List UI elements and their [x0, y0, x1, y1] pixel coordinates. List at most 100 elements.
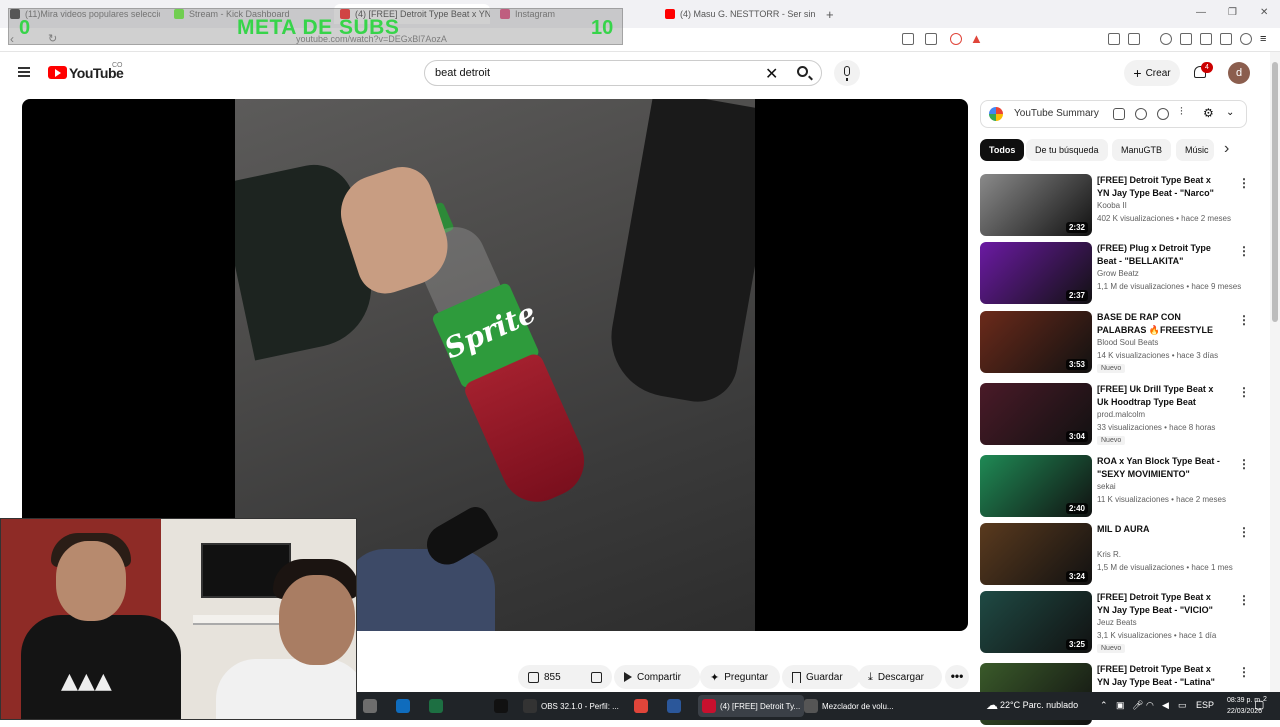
leo-ai-icon[interactable] — [1220, 33, 1232, 45]
more-options-icon[interactable]: ⋮ — [1238, 525, 1250, 539]
clear-search-icon[interactable]: ✕ — [765, 64, 778, 84]
chevron-right-icon[interactable]: › — [1224, 140, 1229, 158]
glasses-icon[interactable] — [1157, 108, 1169, 120]
taskbar-outlook-icon[interactable] — [396, 695, 410, 717]
create-button[interactable]: + Crear — [1124, 60, 1180, 86]
more-actions-button[interactable]: ••• — [945, 665, 969, 689]
wifi-icon[interactable]: ◠ — [1146, 700, 1154, 711]
more-options-icon[interactable]: ⋮ — [1238, 457, 1250, 471]
extension-icon[interactable] — [1108, 33, 1120, 45]
vpn-icon[interactable] — [1240, 33, 1252, 45]
taskbar-word-icon[interactable] — [667, 695, 681, 717]
chevron-down-icon[interactable]: ⌄ — [1226, 107, 1238, 119]
cast-icon[interactable] — [902, 33, 914, 45]
ask-button[interactable]: ✦ Preguntar — [700, 665, 780, 689]
recommendation-thumbnail[interactable]: 2:40 — [980, 455, 1092, 517]
recommendation-item[interactable]: 2:32 [FREE] Detroit Type Beat x YN Jay Ty… — [980, 174, 1255, 238]
scrollbar-thumb[interactable] — [1272, 62, 1278, 322]
recommendation-title[interactable]: [FREE] Detroit Type Beat x YN Jay Type B… — [1097, 174, 1225, 200]
more-options-icon[interactable]: ⋮ — [1238, 176, 1250, 190]
channel-name[interactable]: Grow Beatz — [1097, 269, 1139, 278]
maximize-icon[interactable]: ❐ — [1228, 7, 1237, 18]
brave-shield-icon[interactable] — [950, 33, 962, 45]
like-icon[interactable] — [528, 671, 539, 683]
channel-name[interactable]: Kris R. — [1097, 550, 1121, 559]
recommendation-title[interactable]: [FREE] Uk Drill Type Beat x Uk Hoodtrap … — [1097, 383, 1225, 409]
channel-name[interactable]: sekai — [1097, 482, 1116, 491]
hamburger-menu-icon[interactable] — [18, 67, 30, 77]
recommendation-title[interactable]: [FREE] Detroit Type Beat x YN Jay Type B… — [1097, 591, 1225, 617]
weather-icon[interactable]: ☁ — [986, 698, 998, 712]
taskbar-volume-mixer-app[interactable]: Mezclador de volu... — [804, 695, 894, 717]
close-window-icon[interactable]: ✕ — [1260, 7, 1268, 18]
battery-icon[interactable]: ▭ — [1178, 700, 1187, 711]
recommendation-item[interactable]: 3:25 [FREE] Detroit Type Beat x YN Jay Ty… — [980, 591, 1255, 655]
recommendation-item[interactable]: 3:24 MIL D AURA Kris R. 1,5 M de visualizac… — [980, 523, 1255, 587]
save-button[interactable]: Guardar — [782, 665, 860, 689]
recommendation-thumbnail[interactable]: 3:53 — [980, 311, 1092, 373]
taskbar-start-icon[interactable] — [363, 695, 377, 717]
taskbar-excel-icon[interactable] — [429, 695, 443, 717]
openai-icon[interactable] — [1135, 108, 1147, 120]
recommendation-item[interactable]: 2:37 (FREE) Plug x Detroit Type Beat - "B… — [980, 242, 1255, 306]
avatar[interactable]: d — [1228, 62, 1250, 84]
scrollbar[interactable] — [1270, 52, 1280, 692]
mic-tray-icon[interactable]: 🎤︎ — [1132, 700, 1143, 711]
recommendation-thumbnail[interactable]: 2:32 — [980, 174, 1092, 236]
music-icon[interactable] — [1160, 33, 1172, 45]
recommendation-thumbnail[interactable]: 3:25 — [980, 591, 1092, 653]
more-options-icon[interactable]: ⋮ — [1238, 385, 1250, 399]
chip-manugtb[interactable]: ManuGTB — [1112, 139, 1172, 161]
waveform-icon[interactable]: ⫶ — [1180, 106, 1192, 118]
channel-name[interactable]: Blood Soul Beats — [1097, 338, 1158, 347]
more-options-icon[interactable]: ⋮ — [1238, 593, 1250, 607]
recommendation-title[interactable]: BASE DE RAP CON PALABRAS 🔥FREESTYLE RAP … — [1097, 311, 1225, 337]
share-page-icon[interactable] — [925, 33, 937, 45]
recommendation-thumbnail[interactable]: 3:24 — [980, 523, 1092, 585]
recommendation-title[interactable]: MIL D AURA — [1097, 523, 1225, 536]
taskbar-app-icon[interactable] — [634, 695, 648, 717]
chip-de-tu-busqueda[interactable]: De tu búsqueda — [1026, 139, 1108, 161]
search-icon[interactable] — [797, 66, 808, 77]
recommendation-item[interactable]: 3:53 BASE DE RAP CON PALABRAS 🔥FREESTYLE … — [980, 311, 1255, 375]
recommendation-item[interactable]: 2:40 ROA x Yan Block Type Beat - "SEXY MO… — [980, 455, 1255, 519]
share-button[interactable]: Compartir — [614, 665, 700, 689]
menu-icon[interactable]: ≡ — [1260, 33, 1272, 45]
tray-app-icon[interactable]: ▣ — [1116, 700, 1125, 711]
search-input[interactable]: beat detroit ✕ — [424, 60, 822, 86]
channel-name[interactable]: Kooba II — [1097, 201, 1127, 210]
robot-icon[interactable] — [1113, 108, 1125, 120]
recommendation-item[interactable]: 3:04 [FREE] Uk Drill Type Beat x Uk Hoodt… — [980, 383, 1255, 447]
channel-name[interactable]: prod.malcolm — [1097, 410, 1145, 419]
settings-gear-icon[interactable]: ⚙ — [1203, 106, 1215, 120]
download-button[interactable]: ⤓ Descargar — [858, 665, 942, 689]
weather-text[interactable]: 22°C Parc. nublado — [1000, 700, 1078, 710]
extension-icon[interactable] — [1128, 33, 1140, 45]
taskbar-tiktok-icon[interactable] — [494, 695, 508, 717]
brave-rewards-icon[interactable]: ▲ — [970, 31, 983, 46]
voice-search-button[interactable] — [834, 60, 860, 86]
language-indicator[interactable]: ESP — [1196, 700, 1214, 710]
volume-icon[interactable]: ◀ — [1162, 700, 1169, 711]
recommendation-thumbnail[interactable]: 3:04 — [980, 383, 1092, 445]
tray-chevron-icon[interactable]: ⌃ — [1100, 700, 1108, 711]
taskbar-obs-app[interactable]: OBS 32.1.0 - Perfil: ... — [523, 695, 619, 717]
recommendation-title[interactable]: ROA x Yan Block Type Beat - "SEXY MOVIMI… — [1097, 455, 1225, 481]
youtube-logo-icon[interactable] — [48, 66, 67, 79]
channel-name[interactable]: Jeuz Beats — [1097, 618, 1137, 627]
chip-todos[interactable]: Todos — [980, 139, 1025, 161]
wallet-icon[interactable] — [1200, 33, 1212, 45]
recommendation-title[interactable]: [FREE] Detroit Type Beat x YN Jay Type B… — [1097, 663, 1225, 689]
more-options-icon[interactable]: ⋮ — [1238, 313, 1250, 327]
chip-musica[interactable]: Músic — [1176, 139, 1214, 161]
browser-tab[interactable]: (4) Masu G. NESTTORR - Ser sincero ... — [665, 4, 815, 24]
minimize-icon[interactable]: — — [1196, 7, 1206, 18]
like-count[interactable]: 855 — [544, 672, 561, 683]
recommendation-thumbnail[interactable]: 2:37 — [980, 242, 1092, 304]
dislike-icon[interactable] — [591, 671, 602, 683]
sidebar-icon[interactable] — [1180, 33, 1192, 45]
recommendation-title[interactable]: (FREE) Plug x Detroit Type Beat - "BELLA… — [1097, 242, 1225, 268]
more-options-icon[interactable]: ⋮ — [1238, 665, 1250, 679]
more-options-icon[interactable]: ⋮ — [1238, 244, 1250, 258]
taskbar-brave-app[interactable]: (4) [FREE] Detroit Ty... — [698, 695, 805, 717]
